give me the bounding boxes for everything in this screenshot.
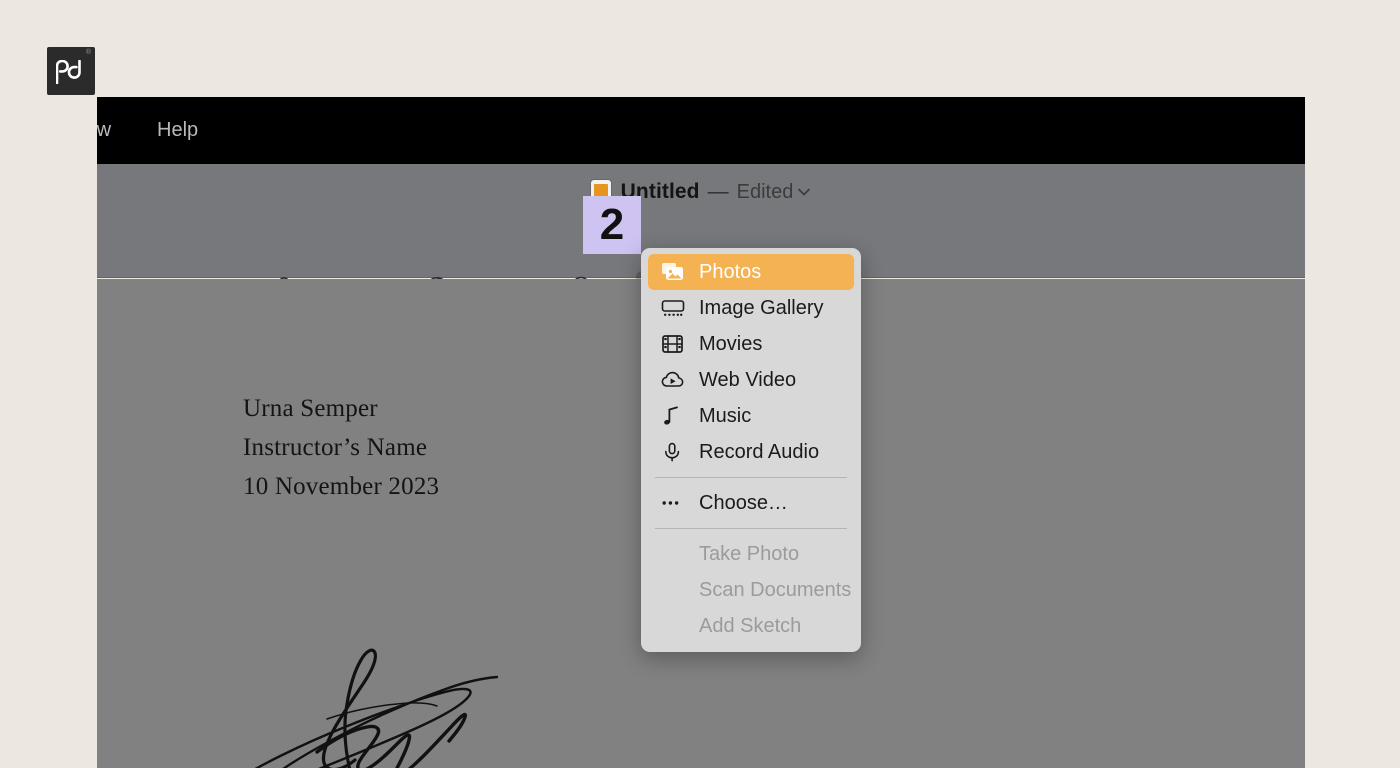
none-icon xyxy=(661,615,689,637)
chevron-down-icon[interactable] xyxy=(797,187,811,197)
menu-item-web-video[interactable]: Web Video xyxy=(648,362,854,398)
menu-bar-item-window[interactable]: low xyxy=(97,119,123,142)
menu-item-scan-documents-label: Scan Documents xyxy=(699,578,852,601)
menu-item-movies-label: Movies xyxy=(699,332,763,355)
menu-bar: low Help xyxy=(97,97,1305,164)
menu-separator xyxy=(655,477,847,478)
registered-mark: ® xyxy=(85,49,91,56)
menu-item-image-gallery-label: Image Gallery xyxy=(699,296,824,319)
menu-item-record-audio-label: Record Audio xyxy=(699,440,820,463)
movies-icon xyxy=(661,333,689,355)
step-number-label: 2 xyxy=(599,200,625,249)
screenshot-root: ® low Help Untitled — Edited xyxy=(0,0,1400,768)
title-dash: — xyxy=(707,180,729,203)
music-icon xyxy=(661,405,689,427)
signature-image xyxy=(217,634,517,768)
menu-item-music-label: Music xyxy=(699,404,752,427)
image-gallery-icon xyxy=(661,297,689,319)
menu-item-movies[interactable]: Movies xyxy=(648,326,854,362)
photos-icon xyxy=(661,261,689,283)
menu-item-music[interactable]: Music xyxy=(648,398,854,434)
menu-bar-item-help[interactable]: Help xyxy=(145,119,210,142)
menu-item-add-sketch-label: Add Sketch xyxy=(699,614,802,637)
pandadoc-logo: ® xyxy=(47,47,95,95)
menu-item-record-audio[interactable]: Record Audio xyxy=(648,434,854,470)
menu-item-photos[interactable]: Photos xyxy=(648,254,854,290)
menu-item-take-photo-label: Take Photo xyxy=(699,542,800,565)
menu-item-add-sketch: Add Sketch xyxy=(648,608,854,644)
menu-item-choose[interactable]: Choose… xyxy=(648,485,854,521)
step-number-badge: 2 xyxy=(583,196,641,254)
menu-separator xyxy=(655,528,847,529)
document-text-block: Urna Semper Instructor’s Name 10 Novembe… xyxy=(243,389,439,506)
menu-item-photos-label: Photos xyxy=(699,260,762,283)
none-icon xyxy=(661,543,689,565)
media-dropdown-menu[interactable]: Photos Image Gallery Movies Web Video Mu… xyxy=(641,248,861,652)
title-bar: Untitled — Edited xyxy=(97,174,1305,210)
pd-logo-icon xyxy=(56,60,81,84)
record-audio-icon xyxy=(661,441,689,463)
menu-item-scan-documents: Scan Documents xyxy=(648,572,854,608)
menu-item-take-photo: Take Photo xyxy=(648,536,854,572)
web-video-icon xyxy=(661,369,689,391)
document-line-2: Instructor’s Name xyxy=(243,434,428,461)
menu-item-web-video-label: Web Video xyxy=(699,368,797,391)
menu-item-choose-label: Choose… xyxy=(699,491,788,514)
menu-item-image-gallery[interactable]: Image Gallery xyxy=(648,290,854,326)
document-line-3: 10 November 2023 xyxy=(243,473,440,500)
document-line-1: Urna Semper xyxy=(243,395,378,422)
document-edited-status: Edited xyxy=(736,180,794,203)
none-icon xyxy=(661,579,689,601)
ellipsis-icon xyxy=(661,492,689,514)
